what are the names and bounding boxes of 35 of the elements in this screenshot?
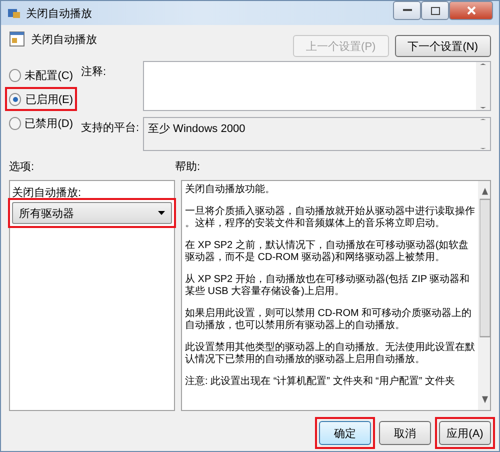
help-paragraph: 如果启用此设置，则可以禁用 CD-ROM 和可移动介质驱动器上的 自动播放，也可以禁用所有驱动器上的自动播放。 — [185, 308, 473, 332]
radio-option[interactable]: 已禁用(D) — [9, 115, 73, 131]
maximize-button[interactable] — [421, 1, 449, 20]
scrollbar[interactable] — [476, 62, 490, 110]
minimize-button[interactable] — [393, 1, 421, 20]
dialog-button[interactable]: 应用(A) — [439, 421, 491, 445]
help-label: 帮助: — [175, 160, 200, 174]
drive-dropdown[interactable]: 所有驱动器 — [12, 202, 172, 224]
options-label: 选项: — [9, 161, 34, 173]
platform-field: 至少 Windows 2000 — [143, 117, 491, 151]
maximize-icon — [430, 6, 440, 14]
help-paragraph: 关闭自动播放功能。 — [185, 184, 276, 196]
scrollbar[interactable] — [478, 181, 490, 410]
minimize-icon — [402, 9, 412, 12]
help-paragraph: 在 XP SP2 之前，默认情况下，自动播放在可移动驱动器(如软盘 驱动器，而不是 CD-ROM 驱动器)和网络驱动器上被禁用。 — [185, 240, 470, 264]
caret-icon — [158, 211, 165, 215]
nav-button[interactable]: 下一个设置(N) — [394, 35, 491, 57]
platform-label: 支持的平台: — [81, 121, 140, 135]
window-title: 关闭自动播放 — [26, 6, 93, 20]
radio-option[interactable]: 未配置(C) — [9, 67, 73, 83]
close-icon — [466, 6, 476, 15]
help-paragraph: 一旦将介质插入驱动器，自动播放就开始从驱动器中进行读取操作 。这样，程序的安装文件和音频媒体上的音乐将立即启动。 — [185, 206, 475, 230]
dropdown-label: 关闭自动播放: — [12, 186, 82, 200]
close-button[interactable] — [449, 1, 493, 20]
radio-option[interactable]: 已启用(E) — [9, 91, 73, 107]
help-paragraph: 从 XP SP2 开始，自动播放也在可移动驱动器(包括 ZIP 驱动器和 某些 USB 大容量存储设备)上启用。 — [185, 274, 471, 298]
dialog-button[interactable]: 确定 — [319, 421, 371, 445]
app-icon — [7, 6, 21, 20]
help-paragraph: 此设置禁用其他类型的驱动器上的自动播放。无法使用此设置在默 认情况下已禁用的自动播放的驱动器上启用自动播放。 — [185, 342, 475, 366]
comment-field[interactable] — [143, 61, 491, 111]
comment-label: 注释: — [81, 64, 106, 79]
dialog-button[interactable]: 取消 — [379, 421, 431, 445]
help-paragraph: 注意: 此设置出现在 “计算机配置” 文件夹和 “用户配置” 文件夹 — [185, 376, 456, 388]
policy-icon — [9, 31, 25, 47]
policy-name: 关闭自动播放 — [31, 32, 98, 47]
